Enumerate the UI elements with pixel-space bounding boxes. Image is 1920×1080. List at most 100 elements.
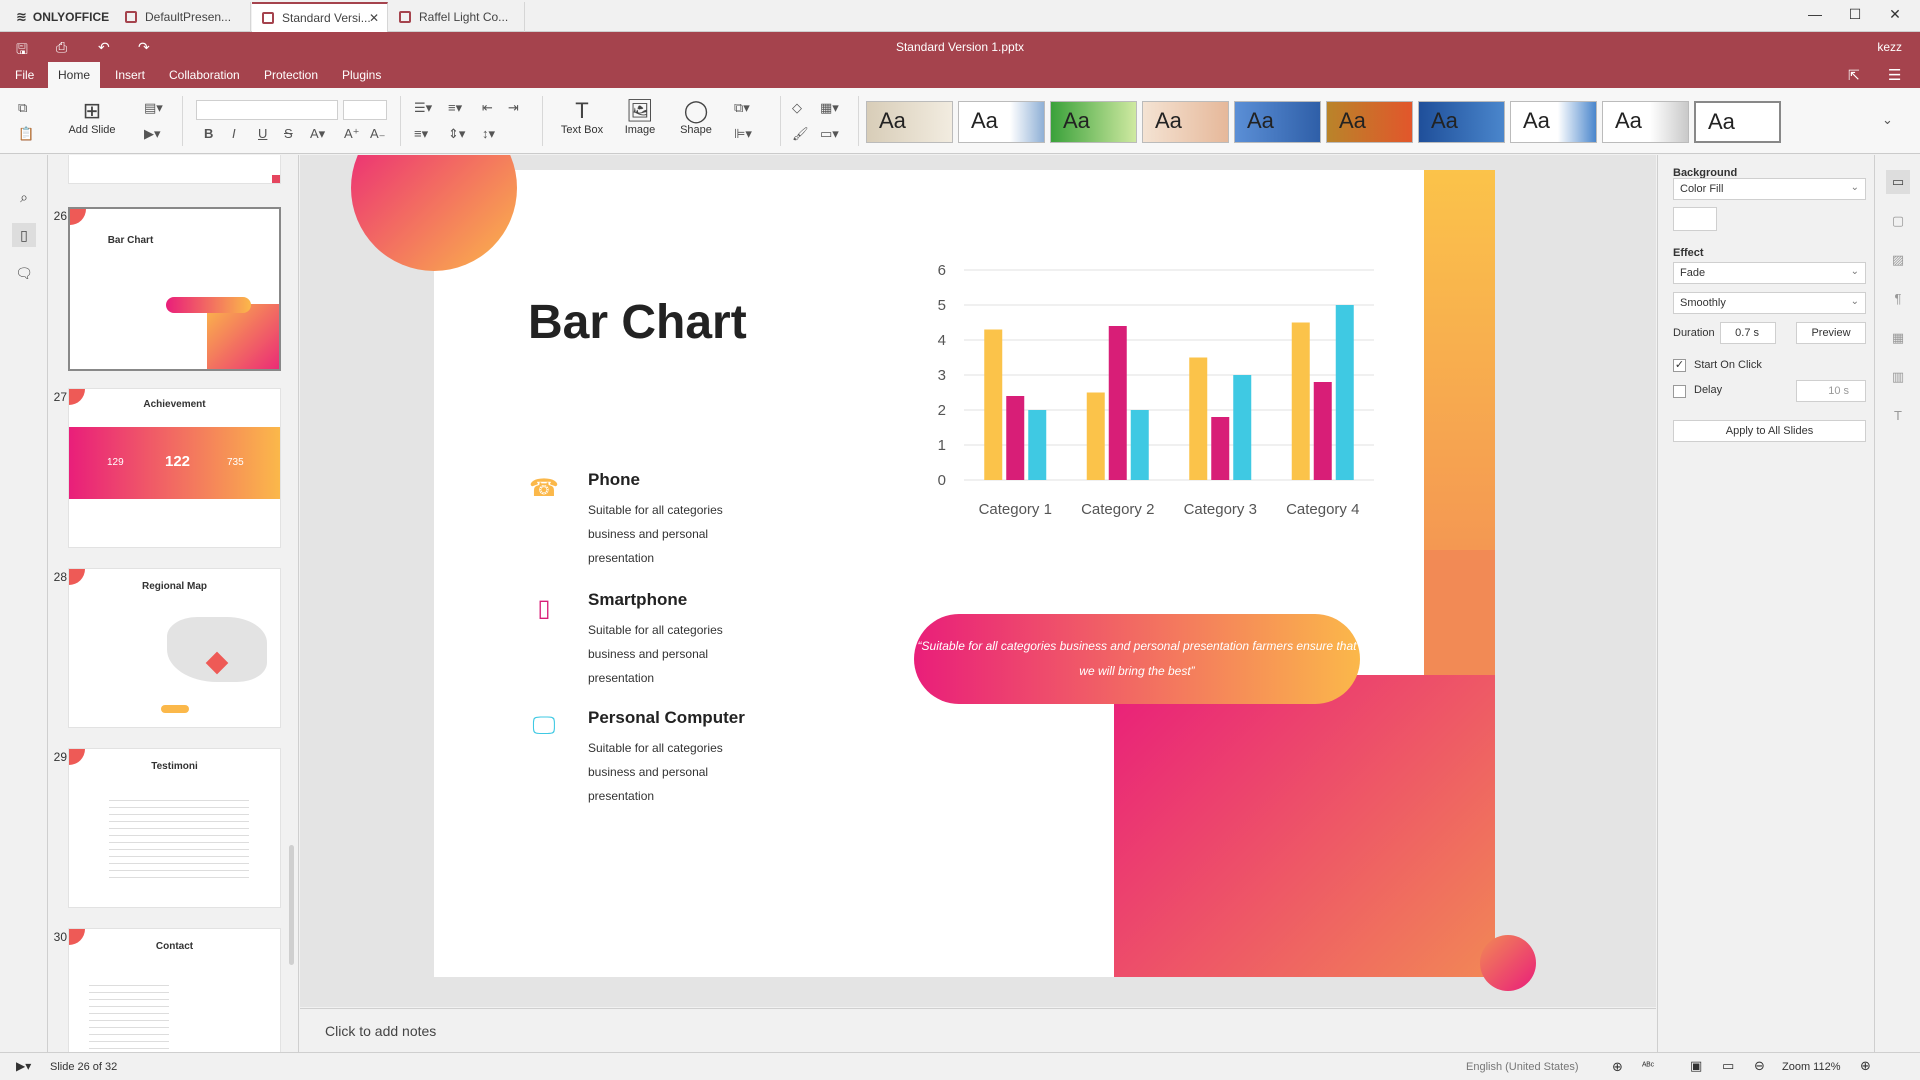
bar[interactable] [1028, 410, 1047, 480]
slide-thumbnail-29[interactable]: Testimoni [68, 748, 281, 908]
background-color-swatch[interactable] [1673, 207, 1717, 231]
delay-checkbox[interactable] [1673, 385, 1686, 398]
slide-thumbnail-26[interactable]: Bar Chart [68, 207, 281, 371]
image-settings-icon[interactable]: ▨ [1886, 248, 1910, 272]
font-name-select[interactable] [196, 100, 338, 120]
increase-font-icon[interactable]: A⁺ [344, 126, 360, 142]
vertical-align-icon[interactable]: ⇕▾ [448, 126, 465, 142]
bar[interactable] [1233, 375, 1252, 480]
align-objects-icon[interactable]: ⊫▾ [734, 126, 752, 142]
fit-slide-icon[interactable]: ▣ [1690, 1058, 1702, 1074]
spellcheck-icon[interactable]: ᴬᴮᶜ [1642, 1061, 1654, 1072]
copy-style-icon[interactable]: 🖌 [792, 126, 809, 142]
tab-standard-version[interactable]: Standard Versi... ✕ [252, 2, 388, 32]
fit-width-icon[interactable]: ▭ [1722, 1058, 1734, 1074]
close-window-button[interactable]: ✕ [1880, 6, 1910, 26]
slideshow-icon[interactable]: ▶▾ [144, 126, 161, 142]
paste-icon[interactable]: 📋 [18, 126, 34, 142]
theme-6[interactable]: Aa [1326, 101, 1413, 143]
zoom-in-icon[interactable]: ⊕ [1860, 1058, 1871, 1074]
tab-default-presentation[interactable]: DefaultPresen... [115, 2, 251, 32]
zoom-out-icon[interactable]: ⊖ [1754, 1058, 1765, 1074]
image-button[interactable]: 🖼 Image [614, 98, 666, 136]
menu-file[interactable]: File [5, 62, 44, 88]
theme-3[interactable]: Aa [1050, 101, 1137, 143]
language-selector[interactable]: English (United States) [1466, 1061, 1579, 1073]
background-fill-select[interactable]: Color Fill ⌄ [1673, 178, 1866, 200]
themes-expand-icon[interactable]: ⌄ [1882, 112, 1893, 128]
add-slide-button[interactable]: ⊞ Add Slide [64, 98, 120, 136]
theme-1[interactable]: Aa [866, 101, 953, 143]
shape-button[interactable]: ◯ Shape [670, 98, 722, 136]
copy-icon[interactable]: ⧉ [18, 100, 27, 116]
decrease-indent-icon[interactable]: ⇤ [482, 100, 493, 116]
arrange-icon[interactable]: ⧉▾ [734, 100, 750, 116]
numbering-icon[interactable]: ≡▾ [448, 100, 462, 116]
close-tab-icon[interactable]: ✕ [369, 11, 379, 25]
comments-icon[interactable]: 🗨 [12, 261, 36, 285]
italic-icon[interactable]: I [232, 126, 236, 141]
slide-thumbnail-27[interactable]: Achievement 129 122 735 [68, 388, 281, 548]
apply-to-all-slides-button[interactable]: Apply to All Slides [1673, 420, 1866, 442]
slide-layout-icon[interactable]: ▤▾ [144, 100, 163, 116]
bar[interactable] [1108, 326, 1127, 480]
change-color-scheme-icon[interactable]: ▦▾ [820, 100, 839, 116]
chart-settings-icon[interactable]: ▥ [1886, 365, 1910, 389]
slide-26[interactable]: Bar Chart ☎ Phone Suitable for all categ… [434, 170, 1495, 977]
effect-select[interactable]: Fade ⌄ [1673, 262, 1866, 284]
bar[interactable] [1313, 382, 1332, 480]
theme-2[interactable]: Aa [958, 101, 1045, 143]
bar[interactable] [1006, 396, 1025, 480]
bar-chart[interactable]: 0 1 2 3 4 5 6 Category 1 Category 2 Category 3 Cat… [914, 255, 1394, 535]
play-slideshow-icon[interactable]: ▶▾ [16, 1059, 31, 1073]
hamburger-menu-icon[interactable]: ☰ [1888, 66, 1901, 84]
slide-settings-icon[interactable]: ▭ [1886, 170, 1910, 194]
align-left-icon[interactable]: ≡▾ [414, 126, 428, 142]
text-box-button[interactable]: T Text Box [556, 98, 608, 136]
effect-type-select[interactable]: Smoothly ⌄ [1673, 292, 1866, 314]
bar[interactable] [1189, 357, 1208, 481]
menu-home[interactable]: Home [48, 62, 101, 88]
preview-button[interactable]: Preview [1796, 322, 1866, 344]
theme-5[interactable]: Aa [1234, 101, 1321, 143]
globe-icon[interactable]: ⊕ [1612, 1059, 1623, 1075]
bold-icon[interactable]: B [204, 126, 213, 141]
table-settings-icon[interactable]: ▦ [1886, 326, 1910, 350]
textart-settings-icon[interactable]: T [1886, 404, 1910, 428]
decrease-font-icon[interactable]: A₋ [370, 126, 386, 142]
thumbnails-scrollbar[interactable] [289, 845, 294, 965]
quote-banner[interactable]: “Suitable for all categories business an… [914, 614, 1360, 704]
theme-8[interactable]: Aa [1510, 101, 1597, 143]
theme-9[interactable]: Aa [1602, 101, 1689, 143]
bar[interactable] [1335, 305, 1354, 480]
bar[interactable] [1211, 417, 1230, 480]
strikethrough-icon[interactable]: S [284, 126, 293, 141]
menu-plugins[interactable]: Plugins [332, 62, 391, 88]
menu-insert[interactable]: Insert [105, 62, 155, 88]
duration-input[interactable]: 0.7 s [1720, 322, 1776, 344]
slide-size-icon[interactable]: ▭▾ [820, 126, 839, 142]
theme-10-selected[interactable]: Aa [1694, 101, 1781, 143]
font-color-icon[interactable]: A▾ [310, 126, 325, 142]
bar[interactable] [984, 329, 1003, 481]
bullets-icon[interactable]: ☰▾ [414, 100, 432, 116]
menu-collaboration[interactable]: Collaboration [159, 62, 250, 88]
bar[interactable] [1291, 322, 1310, 481]
notes-area[interactable]: Click to add notes [300, 1008, 1656, 1052]
tab-raffel-light[interactable]: Raffel Light Co... [389, 2, 525, 32]
theme-4[interactable]: Aa [1142, 101, 1229, 143]
increase-indent-icon[interactable]: ⇥ [508, 100, 519, 116]
clear-style-icon[interactable]: ◇ [792, 100, 802, 116]
line-spacing-icon[interactable]: ↕▾ [482, 126, 495, 142]
bar[interactable] [1086, 392, 1105, 481]
delay-input[interactable]: 10 s [1796, 380, 1866, 402]
minimize-button[interactable]: — [1800, 6, 1830, 26]
theme-7[interactable]: Aa [1418, 101, 1505, 143]
underline-icon[interactable]: U [258, 126, 267, 141]
font-size-select[interactable] [343, 100, 387, 120]
shape-settings-icon[interactable]: ▢ [1886, 209, 1910, 233]
start-on-click-checkbox[interactable]: ✓ [1673, 359, 1686, 372]
slide-thumbnail-28[interactable]: Regional Map [68, 568, 281, 728]
slide-title[interactable]: Bar Chart [528, 295, 747, 350]
slide-thumbnail-30[interactable]: Contact [68, 928, 281, 1052]
